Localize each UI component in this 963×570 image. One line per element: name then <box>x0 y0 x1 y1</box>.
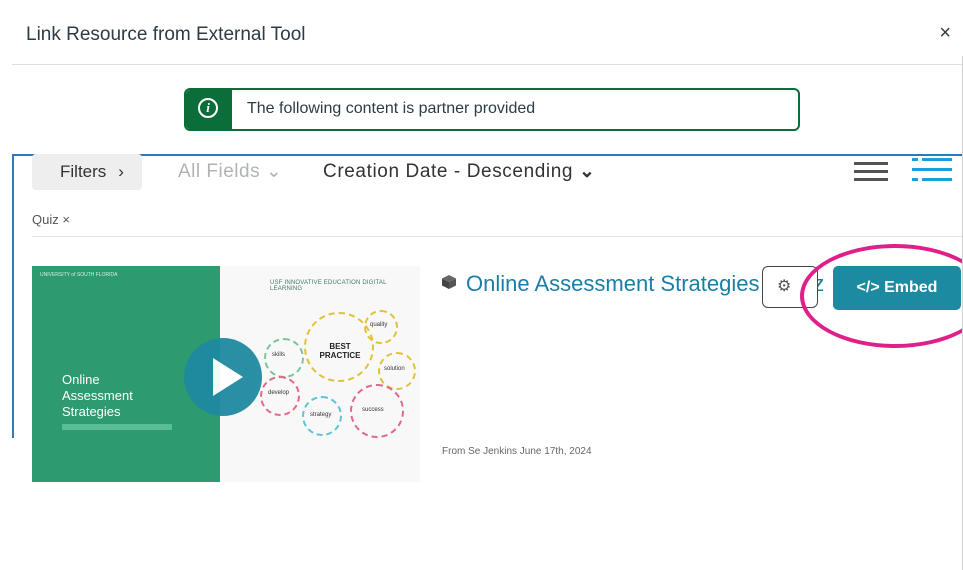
sort-select-value: Creation Date - Descending <box>323 161 574 182</box>
thumbnail-header: USF INNOVATIVE EDUCATION DIGITAL LEARNIN… <box>270 280 387 292</box>
play-icon <box>213 358 243 396</box>
partner-notice: i The following content is partner provi… <box>184 88 800 131</box>
gear-label: develop <box>268 390 290 396</box>
dialog-title: Link Resource from External Tool <box>26 24 306 45</box>
dialog-header: Link Resource from External Tool × <box>12 8 963 65</box>
remove-filter-icon[interactable]: × <box>62 212 70 227</box>
divider <box>32 236 962 237</box>
filter-tag-label: Quiz <box>32 212 59 227</box>
gear-graphic <box>264 338 304 378</box>
usf-logo: UNIVERSITY of SOUTH FLORIDA <box>40 272 118 278</box>
notice-icon-box: i <box>186 90 232 129</box>
chevron-down-icon: ⌄ <box>578 161 596 182</box>
close-button[interactable]: × <box>939 22 951 45</box>
gear-label: skills <box>272 352 285 358</box>
cube-icon <box>442 275 456 289</box>
gear-graphic <box>260 376 300 416</box>
thumbnail-bar <box>62 424 172 430</box>
gear-icon: ⚙ <box>777 278 792 295</box>
filters-label: Filters <box>60 162 107 181</box>
chevron-down-icon: ⌄ <box>265 161 283 182</box>
fields-select-value: All Fields <box>178 161 261 182</box>
gear-label: solution <box>384 366 405 372</box>
fields-select[interactable]: All Fields ⌄ <box>178 160 282 183</box>
result-thumbnail[interactable]: UNIVERSITY of SOUTH FLORIDA Online Asses… <box>32 266 420 482</box>
chevron-right-icon: › <box>118 162 124 181</box>
result-meta: From Se Jenkins June 17th, 2024 <box>442 446 592 457</box>
thumbnail-title: Online Assessment Strategies <box>62 372 133 419</box>
list-view-icon[interactable] <box>854 162 888 182</box>
gear-label: strategy <box>310 412 332 418</box>
gear-label: success <box>362 407 384 413</box>
gear-label: BEST PRACTICE <box>319 342 361 360</box>
sort-select[interactable]: Creation Date - Descending ⌄ <box>323 160 595 183</box>
gear-label: quality <box>370 322 388 328</box>
filter-tag-quiz[interactable]: Quiz × <box>32 212 70 227</box>
info-icon: i <box>198 98 218 118</box>
link-resource-dialog: Link Resource from External Tool × i The… <box>12 8 963 570</box>
detailed-list-view-icon[interactable] <box>912 158 952 182</box>
play-button[interactable] <box>184 338 262 416</box>
notice-text: The following content is partner provide… <box>247 100 536 117</box>
filters-button[interactable]: Filters › <box>32 154 142 190</box>
